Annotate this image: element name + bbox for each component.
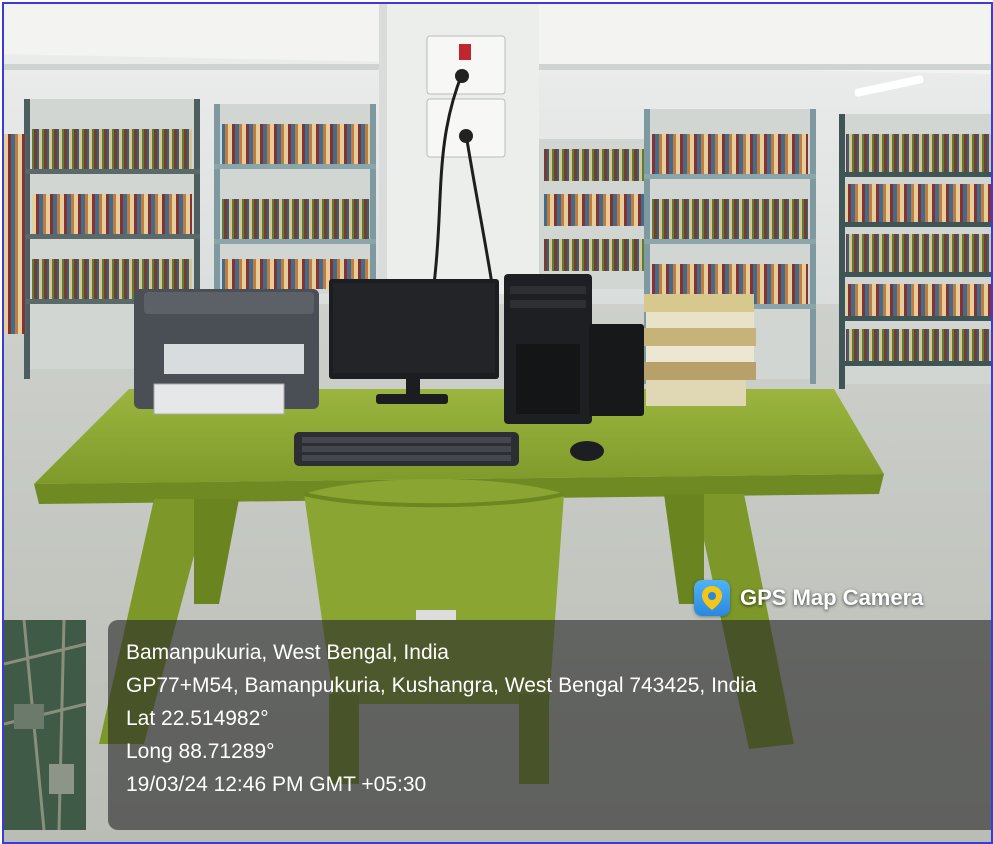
timestamp-text: 19/03/24 12:46 PM GMT +05:30 [126, 773, 427, 796]
photo-frame: GPS Map Camera Bamanpukuria, West Bengal… [2, 2, 993, 844]
location-pin-icon [694, 580, 730, 616]
address-text: GP77+M54, Bamanpukuria, Kushangra, West … [126, 674, 757, 697]
longitude-text: Long 88.71289° [126, 740, 275, 763]
map-thumbnail [6, 620, 86, 830]
gps-app-label: GPS Map Camera [740, 585, 924, 610]
gps-info-panel: Bamanpukuria, West Bengal, India GP77+M5… [108, 620, 991, 830]
gps-app-badge: GPS Map Camera [694, 576, 991, 620]
place-text: Bamanpukuria, West Bengal, India [126, 641, 449, 664]
latitude-text: Lat 22.514982° [126, 707, 269, 730]
